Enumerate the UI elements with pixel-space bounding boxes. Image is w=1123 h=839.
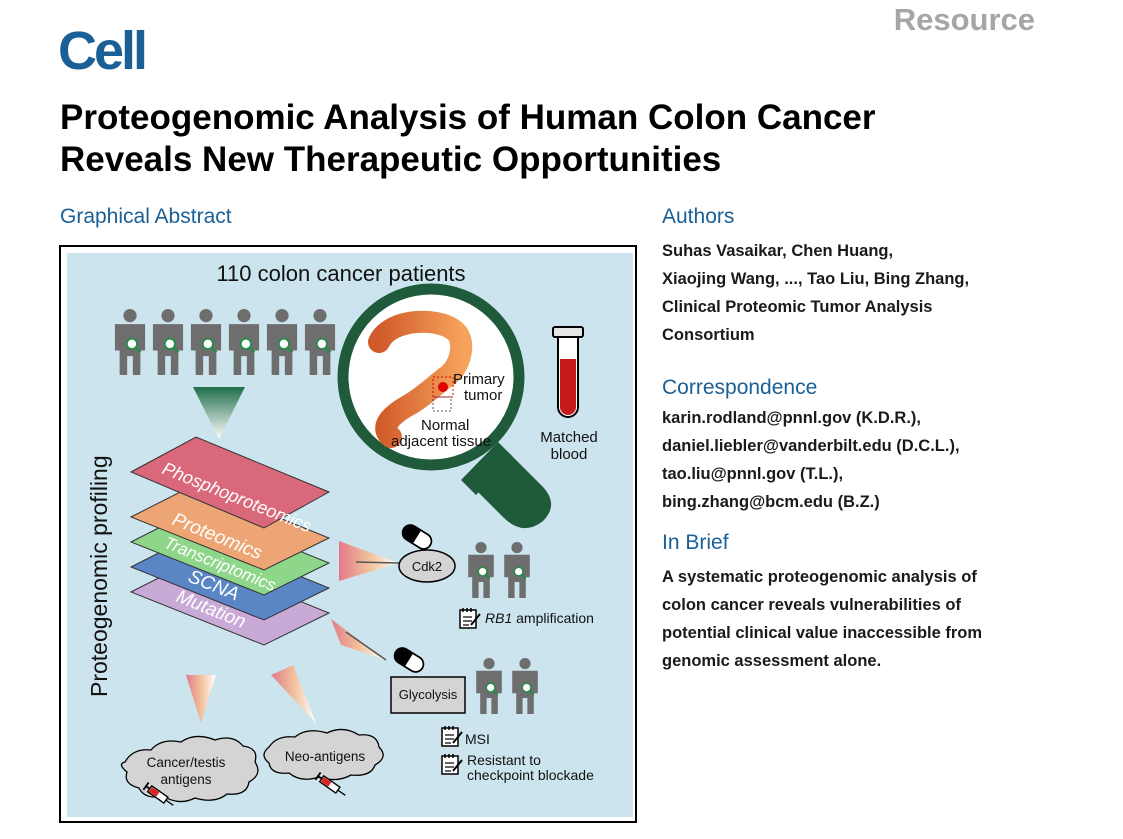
correspondence-email-link[interactable]: karin.rodland@pnnl.gov (K.D.R.),	[662, 404, 1082, 432]
authors-line: Clinical Proteomic Tumor Analysis	[662, 298, 933, 316]
article-title-line-2: Reveals New Therapeutic Opportunities	[60, 140, 722, 179]
resistant-label-1: Resistant to	[467, 752, 541, 768]
authors-line: Xiaojing Wang, ..., Tao Liu, Bing Zhang,	[662, 270, 970, 288]
neo-antigens-label: Neo-antigens	[285, 749, 366, 764]
correspondence-heading: Correspondence	[662, 376, 818, 399]
patients-label: 110 colon cancer patients	[216, 261, 465, 286]
in-brief-line: A systematic proteogenomic analysis of	[662, 568, 977, 586]
tumor-marker	[438, 382, 448, 392]
authors-line: Suhas Vasaikar, Chen Huang,	[662, 242, 894, 260]
journal-logo: Cell	[58, 21, 148, 81]
primary-tumor-label-1: Primary	[453, 371, 505, 388]
correspondence-email-link[interactable]: bing.zhang@bcm.edu (B.Z.)	[662, 488, 1082, 516]
blood-tube-icon	[552, 326, 584, 418]
authors-heading: Authors	[662, 205, 735, 228]
graphical-abstract-heading: Graphical Abstract	[60, 205, 232, 228]
matched-blood-label-1: Matched	[540, 429, 598, 446]
msi-label: MSI	[465, 731, 490, 747]
resistant-label-2: checkpoint blockade	[467, 767, 594, 783]
normal-tissue-label-1: Normal	[421, 417, 469, 434]
section-label: Resource	[893, 2, 1035, 37]
side-label: Proteogenomic profiling	[86, 455, 112, 697]
rb1-gene: RB1	[485, 610, 512, 626]
arrow-line-cdk2	[355, 561, 400, 564]
rb1-label: RB1 amplification	[485, 610, 594, 626]
correspondence-list: karin.rodland@pnnl.gov (K.D.R.), daniel.…	[662, 404, 1082, 516]
primary-tumor-label-2: tumor	[464, 387, 502, 404]
in-brief-line: colon cancer reveals vulnerabilities of	[662, 596, 961, 614]
article-title: Proteogenomic Analysis of Human Colon Ca…	[60, 97, 1040, 181]
in-brief-text: A systematic proteogenomic analysis of c…	[662, 563, 1082, 675]
matched-blood-label-2: blood	[551, 446, 588, 463]
authors-list: Suhas Vasaikar, Chen Huang, Xiaojing Wan…	[662, 237, 1082, 349]
graphical-abstract-figure: 110 colon cancer patients Proteogenomic …	[59, 245, 637, 823]
in-brief-line: potential clinical value inaccessible fr…	[662, 624, 983, 642]
cancer-testis-label-1: Cancer/testis	[147, 755, 226, 770]
in-brief-heading: In Brief	[662, 531, 729, 554]
normal-tissue-label-2: adjacent tissue	[391, 433, 491, 450]
correspondence-email-link[interactable]: tao.liu@pnnl.gov (T.L.),	[662, 460, 1082, 488]
glycolysis-label: Glycolysis	[399, 687, 458, 702]
article-title-line-1: Proteogenomic Analysis of Human Colon Ca…	[60, 98, 876, 137]
correspondence-email-link[interactable]: daniel.liebler@vanderbilt.edu (D.C.L.),	[662, 432, 1082, 460]
graphical-abstract-svg: 110 colon cancer patients Proteogenomic …	[67, 253, 633, 817]
authors-line: Consortium	[662, 326, 755, 344]
cdk2-label: Cdk2	[412, 559, 442, 574]
in-brief-line: genomic assessment alone.	[662, 652, 882, 670]
rb1-rest: amplification	[512, 610, 594, 626]
cancer-testis-label-2: antigens	[160, 772, 211, 787]
